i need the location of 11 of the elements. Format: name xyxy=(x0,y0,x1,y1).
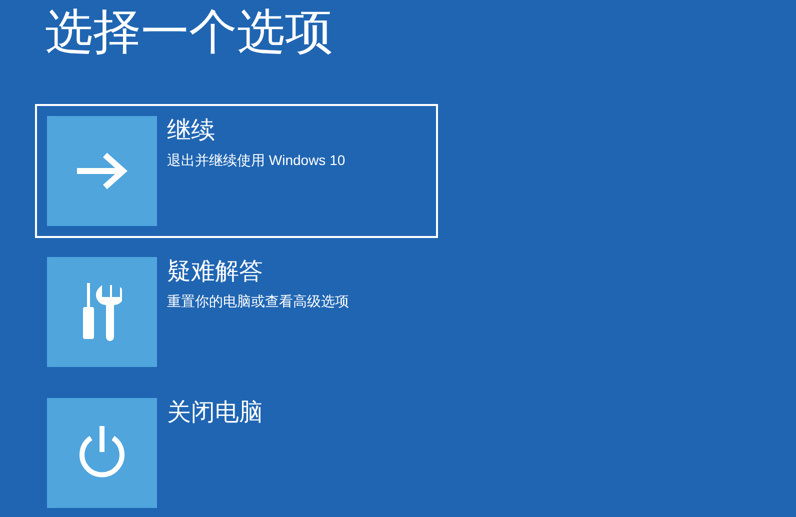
option-title: 关闭电脑 xyxy=(167,398,263,428)
option-title: 继续 xyxy=(167,116,215,146)
option-button[interactable]: 疑难解答 重置你的电脑或查看高级选项 xyxy=(35,245,438,379)
option-button[interactable]: 关闭电脑 xyxy=(35,386,438,517)
option-description: 重置你的电脑或查看高级选项 xyxy=(167,292,349,311)
option-title: 疑难解答 xyxy=(167,257,263,287)
page-title: 选择一个选项 xyxy=(44,5,333,61)
option-description: 退出并继续使用 Windows 10 xyxy=(167,151,346,170)
option-button[interactable]: 继续 退出并继续使用 Windows 10 xyxy=(35,104,438,238)
arrow-icon xyxy=(75,151,129,191)
tools-icon xyxy=(82,283,122,341)
